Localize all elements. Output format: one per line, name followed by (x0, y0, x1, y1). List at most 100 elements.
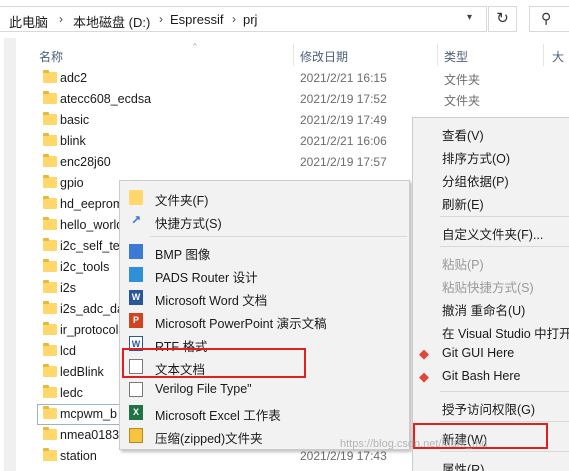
menu-divider (150, 236, 407, 237)
column-type[interactable]: 类型 (444, 48, 468, 65)
context-git-gui[interactable]: ◆ Git GUI Here (413, 342, 569, 365)
column-divider[interactable] (437, 44, 438, 66)
context-paste-shortcut[interactable]: 粘贴快捷方式(S) (413, 273, 569, 296)
menu-divider (440, 391, 569, 392)
context-git-bash[interactable]: ◆ Git Bash Here (413, 365, 569, 388)
folder-icon (43, 154, 57, 167)
search-icon: ⚲ (541, 10, 552, 26)
chevron-right-icon[interactable]: › (159, 12, 163, 26)
file-name: ledBlink (60, 365, 104, 379)
file-date: 2021/2/19 17:57 (300, 155, 387, 169)
folder-icon (43, 133, 57, 146)
file-row[interactable]: atecc608_ecdsa 2021/2/19 17:52 文件夹 (20, 89, 569, 110)
zip-folder-icon (129, 428, 143, 443)
menu-divider (440, 421, 569, 422)
menu-item-label: 分组依据(P) (442, 175, 509, 189)
sort-ascending-icon: ^ (193, 42, 197, 51)
file-type: 文件夹 (444, 73, 481, 87)
menu-item-label: 自定义文件夹(F)... (442, 228, 544, 242)
menu-item-label: 快捷方式(S) (155, 217, 222, 231)
folder-icon (43, 301, 57, 314)
menu-item-label: Verilog File Type" (155, 382, 252, 396)
refresh-icon[interactable]: ↻ (488, 6, 517, 32)
menu-item-label: 文件夹(F) (155, 194, 209, 208)
menu-item-label: Git Bash Here (442, 369, 521, 383)
folder-icon (43, 175, 57, 188)
crumb-prj[interactable]: prj (243, 12, 257, 27)
file-name: ledc (60, 386, 83, 400)
menu-item-label: Microsoft Excel 工作表 (155, 409, 281, 423)
column-divider[interactable] (293, 44, 294, 66)
address-box[interactable]: 此电脑 › 本地磁盘 (D:) › Espressif › prj ▾ (0, 6, 487, 32)
navigation-pane (0, 38, 20, 471)
column-size[interactable]: 大 (552, 48, 564, 65)
excel-icon: X (129, 405, 143, 420)
navigation-scrollbar[interactable] (4, 38, 16, 471)
context-properties[interactable]: 属性(R) (413, 455, 569, 471)
pads-router-icon (129, 267, 143, 282)
context-view[interactable]: 查看(V) (413, 121, 569, 144)
file-name: lcd (60, 344, 76, 358)
context-open-in-visual-studio[interactable]: 在 Visual Studio 中打开 (413, 319, 569, 342)
chevron-down-icon[interactable]: ▾ (467, 12, 472, 23)
git-gui-icon: ◆ (419, 346, 429, 361)
menu-item-label: Microsoft PowerPoint 演示文稿 (155, 317, 327, 331)
crumb-espressif[interactable]: Espressif (170, 12, 223, 27)
file-name: enc28j60 (60, 155, 111, 169)
crumb-drive-d[interactable]: 本地磁盘 (D:) (73, 12, 150, 31)
file-date: 2021/2/19 17:49 (300, 113, 387, 127)
folder-icon (43, 280, 57, 293)
context-give-access[interactable]: 授予访问权限(G) (413, 395, 569, 418)
shortcut-icon: ↗ (130, 213, 142, 227)
column-header: ^ 名称 修改日期 类型 大 (20, 42, 569, 66)
new-word-item[interactable]: W Microsoft Word 文档 (120, 286, 409, 309)
new-folder-item[interactable]: 文件夹(F) (120, 186, 409, 209)
file-name: hd_eeprom (60, 197, 124, 211)
folder-icon (43, 112, 57, 125)
folder-icon (43, 217, 57, 230)
new-pads-item[interactable]: PADS Router 设计 (120, 263, 409, 286)
menu-item-label: 排序方式(O) (442, 152, 511, 166)
new-shortcut-item[interactable]: ↗ 快捷方式(S) (120, 209, 409, 232)
file-name: blink (60, 134, 86, 148)
chevron-right-icon[interactable]: › (59, 12, 63, 26)
file-name: i2c_tools (60, 260, 110, 274)
search-input[interactable]: ⚲ (529, 6, 569, 32)
watermark: https://blog.csdn.net/Mark_md (340, 438, 488, 450)
context-sort-by[interactable]: 排序方式(O) (413, 144, 569, 167)
folder-icon (43, 427, 57, 440)
menu-item-label: PADS Router 设计 (155, 271, 258, 285)
new-bmp-item[interactable]: BMP 图像 (120, 240, 409, 263)
file-name: adc2 (60, 71, 88, 85)
folder-icon (43, 91, 57, 104)
column-name[interactable]: 名称 (39, 48, 63, 65)
context-paste[interactable]: 粘贴(P) (413, 250, 569, 273)
column-date[interactable]: 修改日期 (300, 48, 348, 65)
file-row[interactable]: adc2 2021/2/21 16:15 文件夹 (20, 68, 569, 89)
file-name: nmea0183 (60, 428, 120, 442)
crumb-this-pc[interactable]: 此电脑 (9, 12, 48, 31)
context-customize-folder[interactable]: 自定义文件夹(F)... (413, 220, 569, 243)
context-group-by[interactable]: 分组依据(P) (413, 167, 569, 190)
new-verilog-item[interactable]: Verilog File Type" (120, 378, 409, 401)
menu-divider (440, 216, 569, 217)
context-undo-rename[interactable]: 撤消 重命名(U) (413, 296, 569, 319)
context-refresh[interactable]: 刷新(E) (413, 190, 569, 213)
column-divider[interactable] (543, 44, 544, 66)
folder-icon (43, 406, 57, 419)
verilog-file-icon (129, 382, 143, 397)
git-bash-icon: ◆ (419, 369, 429, 384)
folder-icon (43, 322, 57, 335)
powerpoint-icon: P (129, 313, 143, 328)
context-menu: 查看(V) 排序方式(O) 分组依据(P) 刷新(E) 自定义文件夹(F)...… (412, 117, 569, 471)
menu-item-label: 压缩(zipped)文件夹 (155, 432, 263, 446)
file-name: i2s (60, 281, 76, 295)
new-powerpoint-item[interactable]: P Microsoft PowerPoint 演示文稿 (120, 309, 409, 332)
chevron-right-icon[interactable]: › (232, 12, 236, 26)
file-name: station (60, 449, 97, 463)
file-name: atecc608_ecdsa (60, 92, 152, 106)
new-excel-item[interactable]: X Microsoft Excel 工作表 (120, 401, 409, 424)
folder-icon (43, 70, 57, 83)
file-date: 2021/2/21 16:06 (300, 134, 387, 148)
menu-item-label: Microsoft Word 文档 (155, 294, 268, 308)
